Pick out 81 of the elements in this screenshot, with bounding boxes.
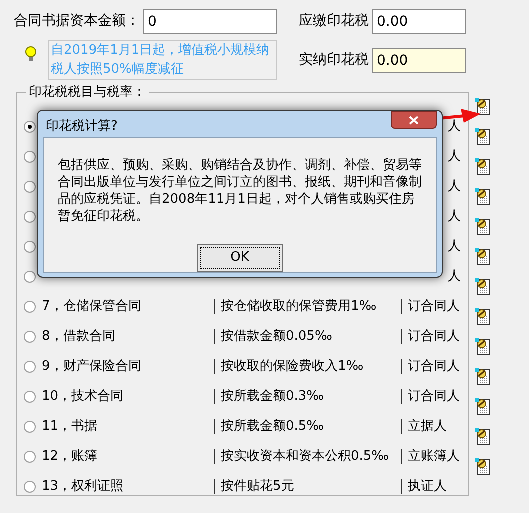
radio-button[interactable]	[24, 300, 36, 312]
tax-rate: 按所载金额0.5‰	[221, 418, 324, 436]
item-name: 10，技术合同	[42, 388, 125, 406]
column-divider	[214, 479, 215, 494]
column-divider	[214, 419, 215, 434]
signer-text: 人	[448, 148, 461, 166]
radio-button[interactable]	[24, 450, 36, 462]
notice-text: 自2019年1月1日起，增值税小规模纳税人按照50%幅度减征	[48, 40, 277, 80]
document-pencil-icon[interactable]	[475, 218, 491, 236]
field-label: 合同书据资本金额：	[14, 12, 141, 31]
document-pencil-icon[interactable]	[475, 428, 491, 446]
tax-rate: 按实收资本和资本公积0.5‰	[221, 448, 390, 466]
radio-button[interactable]	[24, 480, 36, 492]
column-divider	[214, 299, 215, 314]
document-pencil-icon[interactable]	[475, 128, 491, 146]
document-pencil-icon[interactable]	[475, 98, 491, 116]
lightbulb-icon	[25, 46, 37, 62]
column-divider	[401, 359, 402, 374]
column-divider	[401, 299, 402, 314]
ok-button[interactable]: OK	[197, 244, 283, 272]
dialog-message: 包括供应、预购、采购、购销结合及协作、调剂、补偿、贸易等合同出版单位与发行单位之间订立的图书、报纸、期刊和音像制品的应税凭证。自2008年11月1日起，对个人销售或购买住房暂免征印花税。	[58, 156, 422, 224]
paid-tax-input[interactable]: 0.00	[372, 48, 466, 73]
item-name: 9，财产保险合同	[42, 358, 142, 376]
item-name: 13，权利证照	[42, 478, 125, 496]
signer-text: 人	[448, 208, 461, 226]
document-pencil-icon[interactable]	[475, 248, 491, 266]
document-pencil-icon[interactable]	[475, 458, 491, 476]
signer-text: 订合同人	[408, 358, 460, 376]
column-divider	[214, 359, 215, 374]
radio-button[interactable]	[24, 120, 36, 132]
column-divider	[401, 479, 402, 494]
document-pencil-icon[interactable]	[475, 368, 491, 386]
column-divider	[401, 329, 402, 344]
field-label: 实纳印花税	[299, 51, 370, 70]
tax-rate: 按件贴花5元	[221, 478, 294, 496]
column-divider	[401, 389, 402, 404]
column-divider	[401, 419, 402, 434]
document-pencil-icon[interactable]	[475, 158, 491, 176]
document-pencil-icon[interactable]	[475, 398, 491, 416]
radio-button[interactable]	[24, 150, 36, 162]
tax-rate: 按收取的保险费收入1‰	[221, 358, 364, 376]
signer-text: 人	[448, 178, 461, 196]
signer-text: 订合同人	[408, 388, 460, 406]
capital-input[interactable]: 0	[143, 9, 277, 34]
item-name: 11，书据	[42, 418, 99, 436]
signer-text: 订合同人	[408, 328, 460, 346]
document-pencil-icon[interactable]	[475, 338, 491, 356]
radio-button[interactable]	[24, 180, 36, 192]
column-divider	[401, 449, 402, 464]
radio-button[interactable]	[24, 360, 36, 372]
document-pencil-icon[interactable]	[475, 188, 491, 206]
radio-button[interactable]	[24, 210, 36, 222]
tax-rate: 按借款金额0.05‰	[221, 328, 332, 346]
radio-button[interactable]	[24, 390, 36, 402]
document-pencil-icon[interactable]	[475, 278, 491, 296]
dialog-title: 印花税计算?	[46, 118, 118, 136]
signer-text: 人	[448, 238, 461, 256]
document-pencil-icon[interactable]	[475, 308, 491, 326]
signer-text: 人	[448, 268, 461, 286]
signer-text: 执证人	[408, 478, 447, 496]
column-divider	[214, 329, 215, 344]
item-name: 8，借款合同	[42, 328, 116, 346]
group-title: 印花税税目与税率：	[28, 84, 147, 102]
signer-text: 立账簿人	[408, 448, 460, 466]
item-name: 7，仓储保管合同	[42, 298, 142, 316]
signer-text: 订合同人	[408, 298, 460, 316]
tax-rate: 按所载金额0.3‰	[221, 388, 324, 406]
signer-text: 立据人	[408, 418, 447, 436]
tax-rate: 按仓储收取的保管费用1‰	[221, 298, 377, 316]
column-divider	[214, 389, 215, 404]
column-divider	[214, 449, 215, 464]
due-tax-input[interactable]: 0.00	[372, 9, 466, 34]
field-label: 应缴印花税	[299, 12, 370, 31]
item-name: 12，账簿	[42, 448, 99, 466]
radio-button[interactable]	[24, 270, 36, 282]
radio-button[interactable]	[24, 330, 36, 342]
radio-button[interactable]	[24, 240, 36, 252]
close-icon	[409, 116, 419, 124]
radio-button[interactable]	[24, 420, 36, 432]
close-button[interactable]	[391, 111, 437, 129]
signer-text: 人	[448, 118, 461, 136]
